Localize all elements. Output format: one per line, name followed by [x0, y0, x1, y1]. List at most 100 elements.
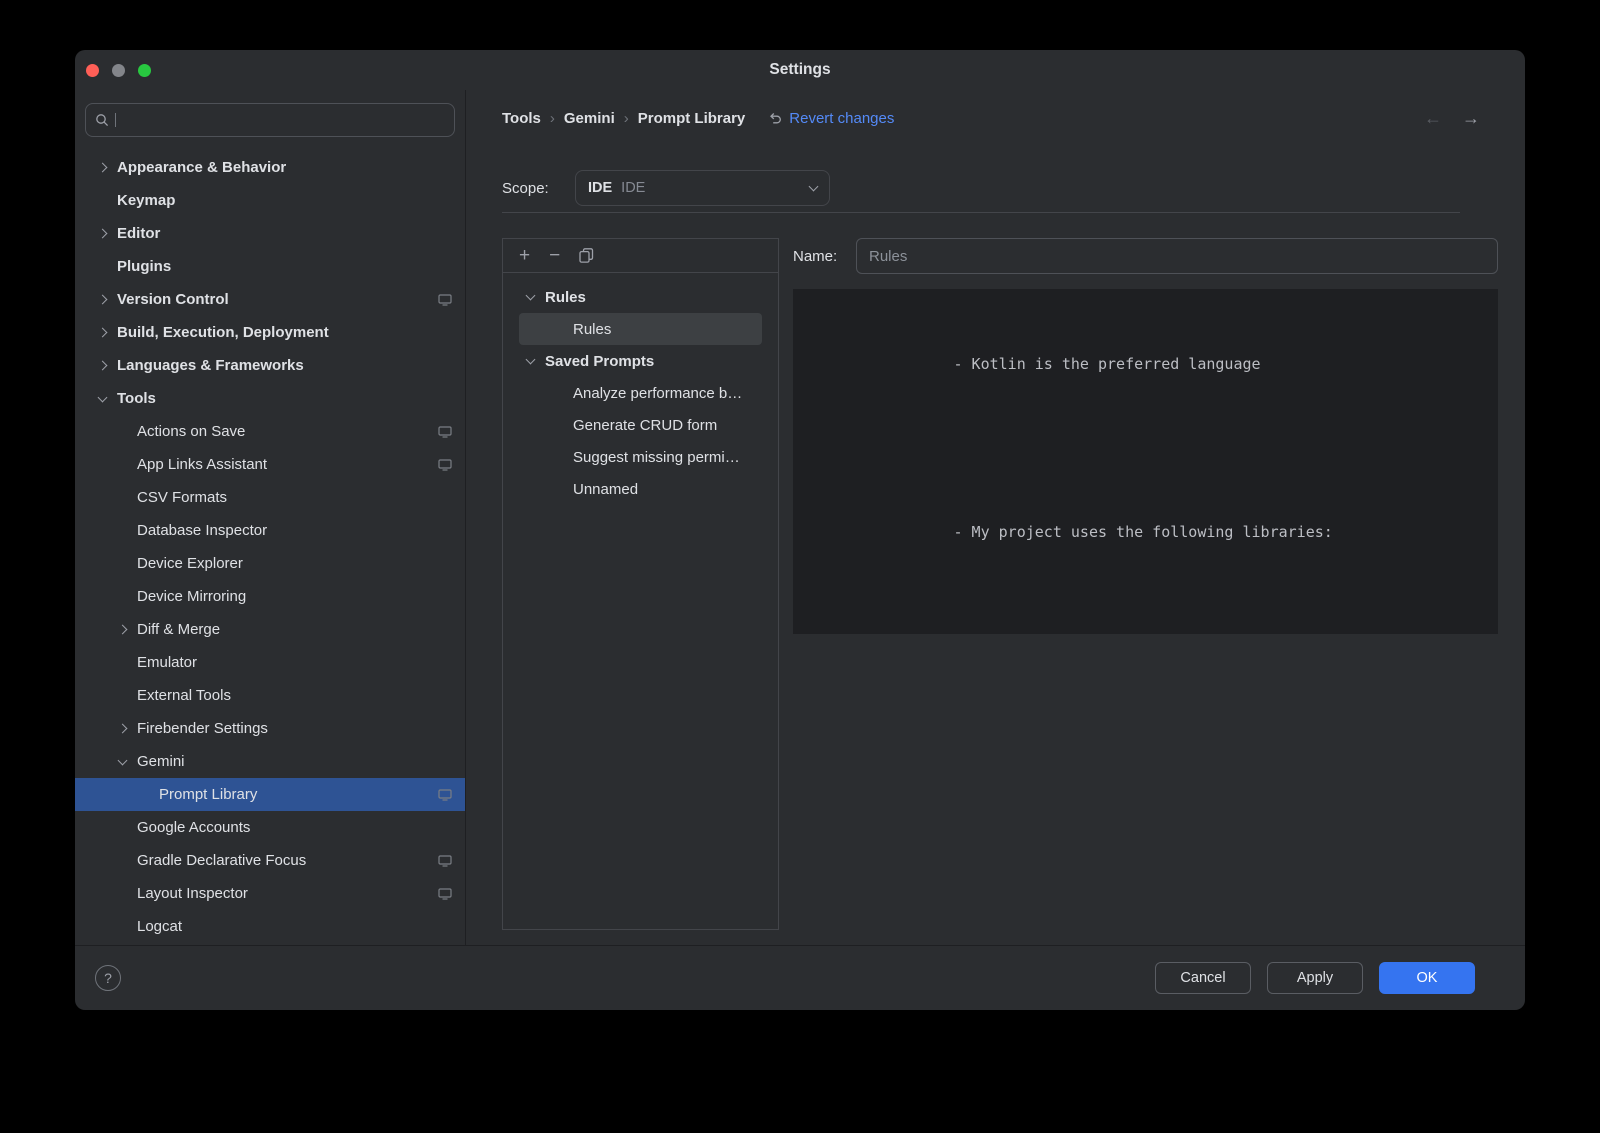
editor-line: - My project uses the following librarie…	[809, 462, 1486, 630]
chevron-slot	[97, 397, 117, 401]
sidebar-item[interactable]: Prompt Library	[75, 778, 465, 811]
forward-arrow-icon[interactable]: →	[1462, 108, 1480, 129]
ok-button[interactable]: OK	[1379, 962, 1475, 994]
revert-changes-link[interactable]: Revert changes	[768, 110, 894, 127]
chevron-slot	[97, 164, 117, 171]
prompt-item[interactable]: Unnamed	[519, 473, 762, 505]
close-button[interactable]	[86, 64, 99, 77]
sidebar-item[interactable]: Languages & Frameworks	[75, 349, 465, 382]
chevron-right-icon	[98, 361, 108, 371]
zoom-button[interactable]	[138, 64, 151, 77]
settings-sidebar: Appearance & Behavior Keymap	[75, 90, 466, 945]
prompt-list-panel: + − Rules	[502, 238, 779, 930]
sidebar-item[interactable]: Diff & Merge	[75, 613, 465, 646]
chevron-slot	[525, 359, 545, 363]
chevron-slot	[117, 626, 137, 633]
prompt-item[interactable]: Saved Prompts	[519, 345, 762, 377]
sidebar-item-label: Diff & Merge	[137, 621, 220, 638]
section-divider	[502, 212, 1460, 213]
sidebar-item[interactable]: External Tools	[75, 679, 465, 712]
help-button[interactable]: ?	[95, 965, 121, 991]
sidebar-item-label: Device Mirroring	[137, 588, 246, 605]
prompt-item[interactable]: Generate CRUD form	[519, 409, 762, 441]
chevron-slot	[117, 760, 137, 764]
sidebar-item-label: Editor	[117, 225, 160, 242]
dialog-footer: ? Cancel Apply OK	[75, 945, 1525, 1010]
prompt-item[interactable]: Analyze performance b…	[519, 377, 762, 409]
sidebar-item-label: Layout Inspector	[137, 885, 248, 902]
sidebar-item[interactable]: Emulator	[75, 646, 465, 679]
scope-dropdown[interactable]: IDE IDE	[575, 170, 830, 206]
scope-label: Scope:	[502, 180, 575, 197]
remove-prompt-button[interactable]: −	[549, 246, 560, 265]
prompt-name-input[interactable]	[856, 238, 1498, 274]
sidebar-item[interactable]: Actions on Save	[75, 415, 465, 448]
chevron-slot	[97, 362, 117, 369]
window-title: Settings	[769, 61, 830, 79]
sidebar-item[interactable]: Device Mirroring	[75, 580, 465, 613]
chevron-down-icon	[98, 392, 108, 402]
sidebar-item[interactable]: Appearance & Behavior	[75, 151, 465, 184]
back-arrow-icon[interactable]: ←	[1424, 108, 1442, 129]
chevron-slot	[97, 296, 117, 303]
settings-main: Tools › Gemini › Prompt Library Revert c…	[466, 90, 1525, 945]
minimize-button[interactable]	[112, 64, 125, 77]
sidebar-item[interactable]: Gemini	[75, 745, 465, 778]
sidebar-item-label: Version Control	[117, 291, 229, 308]
sidebar-item[interactable]: Editor	[75, 217, 465, 250]
apply-button[interactable]: Apply	[1267, 962, 1363, 994]
prompt-item[interactable]: Suggest missing permi…	[519, 441, 762, 473]
copy-prompt-button[interactable]	[579, 248, 594, 263]
sidebar-item[interactable]: Tools	[75, 382, 465, 415]
chevron-right-icon	[118, 625, 128, 635]
breadcrumb-separator: ›	[624, 110, 629, 127]
chevron-slot	[117, 725, 137, 732]
cancel-button[interactable]: Cancel	[1155, 962, 1251, 994]
sidebar-item-label: Tools	[117, 390, 156, 407]
add-prompt-button[interactable]: +	[519, 246, 530, 265]
prompt-item[interactable]: Rules	[519, 313, 762, 345]
title-bar[interactable]: Settings	[75, 50, 1525, 90]
chevron-right-icon	[98, 163, 108, 173]
sidebar-item[interactable]: Gradle Declarative Focus	[75, 844, 465, 877]
settings-search[interactable]	[85, 103, 455, 137]
breadcrumb-tools[interactable]: Tools	[502, 110, 541, 127]
sidebar-item-label: Firebender Settings	[137, 720, 268, 737]
sidebar-item[interactable]: Keymap	[75, 184, 465, 217]
prompt-list-toolbar: + −	[503, 239, 778, 273]
sidebar-item[interactable]: Google Accounts	[75, 811, 465, 844]
sidebar-item[interactable]: Version Control	[75, 283, 465, 316]
ide-setting-icon	[438, 855, 452, 867]
editor-line-text: - My project uses the following librarie…	[954, 523, 1333, 541]
chevron-right-icon	[98, 229, 108, 239]
search-cursor	[115, 113, 116, 127]
sidebar-item[interactable]: CSV Formats	[75, 481, 465, 514]
breadcrumb-gemini[interactable]: Gemini	[564, 110, 615, 127]
sidebar-item-label: Logcat	[137, 918, 182, 935]
sidebar-item[interactable]: Logcat	[75, 910, 465, 943]
sidebar-item[interactable]: Build, Execution, Deployment	[75, 316, 465, 349]
prompt-item-label: Generate CRUD form	[573, 417, 717, 434]
prompt-item[interactable]: Rules	[519, 281, 762, 313]
breadcrumb-prompt-library[interactable]: Prompt Library	[638, 110, 746, 127]
prompt-item-label: Suggest missing permi…	[573, 449, 740, 466]
prompt-detail: Name: - Kotlin is the preferred language	[793, 238, 1498, 930]
sidebar-item[interactable]: Database Inspector	[75, 514, 465, 547]
prompt-item-label: Saved Prompts	[545, 353, 654, 370]
prompt-item-label: Analyze performance b…	[573, 385, 742, 402]
sidebar-item-label: Prompt Library	[159, 786, 257, 803]
breadcrumb: Tools › Gemini › Prompt Library Revert c…	[502, 106, 1525, 130]
search-input[interactable]	[122, 112, 445, 128]
sidebar-item[interactable]: Plugins	[75, 250, 465, 283]
sidebar-item-label: Build, Execution, Deployment	[117, 324, 329, 341]
sidebar-item[interactable]: Device Explorer	[75, 547, 465, 580]
prompt-item-label: Unnamed	[573, 481, 638, 498]
sidebar-item[interactable]: App Links Assistant	[75, 448, 465, 481]
name-row: Name:	[793, 238, 1498, 274]
ide-setting-icon	[438, 888, 452, 900]
sidebar-item[interactable]: Layout Inspector	[75, 877, 465, 910]
sidebar-item-label: Google Accounts	[137, 819, 250, 836]
prompt-text-editor[interactable]: - Kotlin is the preferred language - My …	[793, 289, 1498, 634]
sidebar-item-label: Actions on Save	[137, 423, 245, 440]
sidebar-item[interactable]: Firebender Settings	[75, 712, 465, 745]
